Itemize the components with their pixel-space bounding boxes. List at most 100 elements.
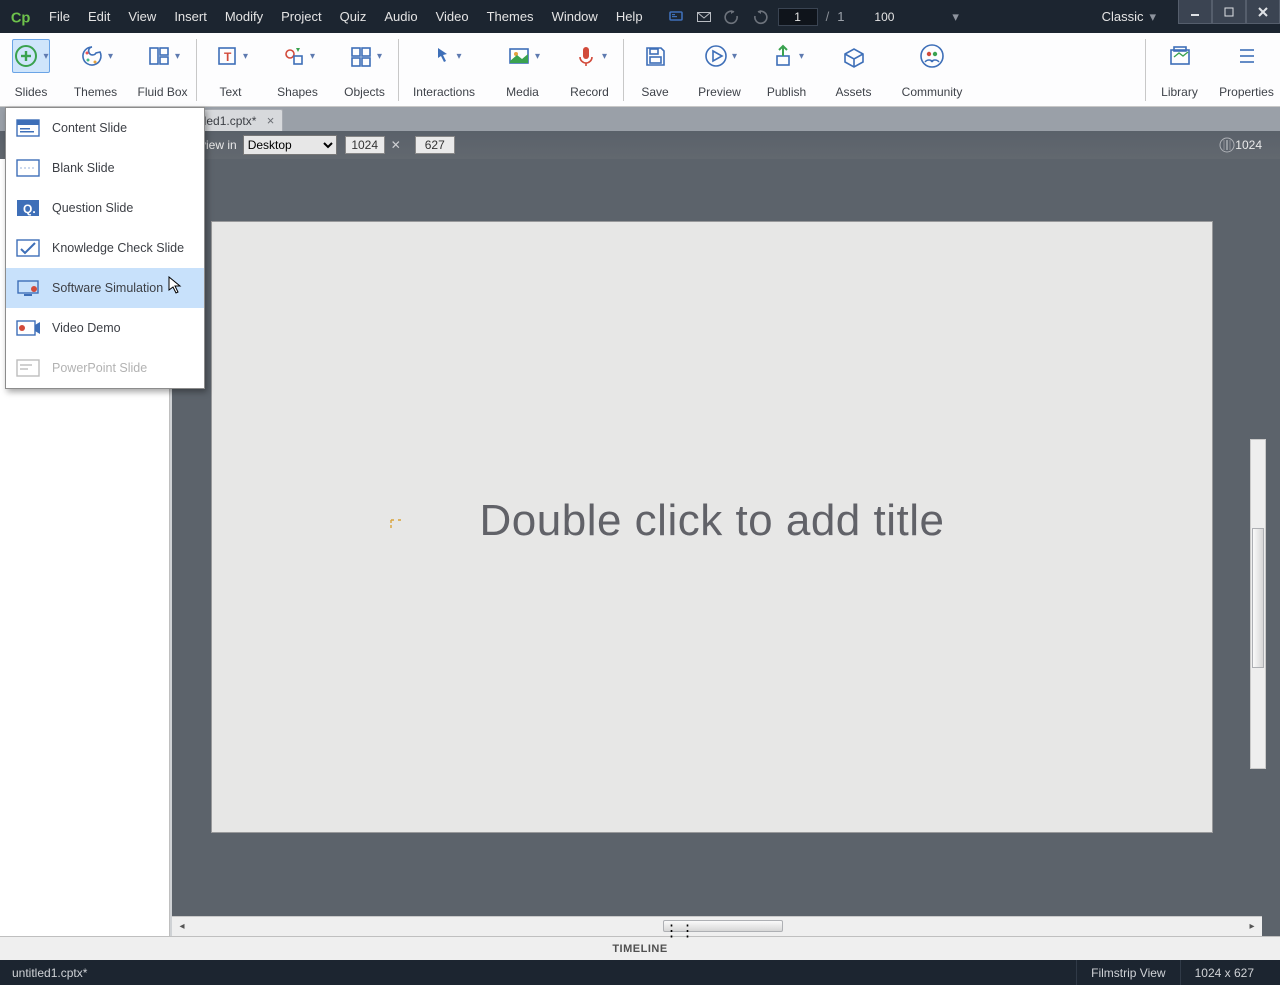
chevron-down-icon: ▾ [799,51,804,62]
ribbon-assets[interactable]: Assets [820,33,887,106]
powerpoint-slide-icon [16,358,40,378]
status-view-mode[interactable]: Filmstrip View [1076,960,1179,985]
menu-item-content-slide[interactable]: Content Slide [6,108,204,148]
ribbon-interactions[interactable]: ▾ Interactions [399,33,489,106]
menu-item-powerpoint-slide: PowerPoint Slide [6,348,204,388]
scroll-right-icon[interactable]: ▸ [1244,919,1260,933]
canvas-viewport: Double click to add title [172,213,1248,912]
window-controls [1178,0,1280,33]
sync-icon[interactable] [662,0,690,33]
ribbon-fluidbox[interactable]: ▾ Fluid Box [129,33,196,106]
software-simulation-icon [16,278,40,298]
title-bar: Cp File Edit View Insert Modify Project … [0,0,1280,33]
menu-edit[interactable]: Edit [79,0,119,33]
slides-dropdown-menu: Content Slide Blank Slide Q. Question Sl… [5,107,205,389]
page-separator: / [826,9,830,24]
menu-item-video-demo[interactable]: Video Demo [6,308,204,348]
device-select[interactable]: Desktop [243,135,337,155]
ribbon-themes[interactable]: ▾ Themes [62,33,129,106]
chevron-down-icon: ▾ [377,51,382,62]
chevron-down-icon: ▾ [310,51,315,62]
status-dimensions: 1024 x 627 [1180,960,1268,985]
vertical-scrollbar[interactable] [1250,439,1266,769]
ribbon-community[interactable]: Community [887,33,977,106]
slide-canvas[interactable]: Double click to add title [212,222,1212,832]
ribbon-shapes[interactable]: ▾ Shapes [264,33,331,106]
height-input[interactable] [415,136,455,154]
main-menu: File Edit View Insert Modify Project Qui… [40,0,652,33]
mail-icon[interactable] [690,0,718,33]
menu-item-blank-slide[interactable]: Blank Slide [6,148,204,188]
svg-text:T: T [224,50,232,64]
page-total: 1 [837,9,844,24]
timeline-panel-header[interactable]: TIMELINE [0,936,1280,960]
chevron-down-icon: ▾ [108,51,113,62]
chevron-down-icon: ▾ [732,51,737,62]
menu-view[interactable]: View [119,0,165,33]
maximize-button[interactable] [1212,0,1246,24]
horizontal-scrollbar[interactable]: ◂ ⋮⋮ ▸ [172,916,1262,936]
minimize-button[interactable] [1178,0,1212,24]
menu-themes[interactable]: Themes [478,0,543,33]
dimension-x: ✕ [391,138,401,152]
ribbon-library[interactable]: Library [1146,33,1213,99]
menu-video[interactable]: Video [427,0,478,33]
menu-project[interactable]: Project [272,0,330,33]
ribbon-media[interactable]: ▾ Media [489,33,556,106]
ribbon-publish[interactable]: ▾ Publish [753,33,820,106]
knowledge-check-icon [16,238,40,258]
scroll-left-icon[interactable]: ◂ [174,919,190,933]
menu-window[interactable]: Window [543,0,607,33]
undo-icon[interactable] [718,0,746,33]
chevron-down-icon: ▾ [175,51,180,62]
page-current-input[interactable] [778,8,818,26]
text-anchor-icon [390,516,402,526]
chevron-down-icon: ▾ [535,51,540,62]
video-demo-icon [16,318,40,338]
ribbon-text[interactable]: T▾ Text [197,33,264,106]
zoom-input[interactable] [868,8,924,26]
menu-file[interactable]: File [40,0,79,33]
ribbon-save[interactable]: Save [624,33,686,106]
menu-modify[interactable]: Modify [216,0,272,33]
status-bar: untitled1.cptx* Filmstrip View 1024 x 62… [0,960,1280,985]
ribbon-slides[interactable]: ▾ Slides [0,33,62,106]
ribbon-preview[interactable]: ▾ Preview [686,33,753,106]
svg-text:Cp: Cp [11,10,31,26]
redo-icon[interactable] [746,0,774,33]
menu-item-knowledge-check[interactable]: Knowledge Check Slide [6,228,204,268]
width-input[interactable] [345,136,385,154]
chevron-down-icon: ▾ [43,51,48,62]
chevron-down-icon[interactable]: ▾ [952,9,959,25]
cursor-icon [168,276,184,301]
svg-text:Q.: Q. [23,202,36,216]
chevron-down-icon: ▾ [456,51,461,62]
scroll-thumb[interactable]: ⋮⋮ [663,920,783,932]
close-button[interactable] [1246,0,1280,24]
ribbon-objects[interactable]: ▾ Objects [331,33,398,106]
zoom-control[interactable]: ▾ [868,8,959,26]
workspace-switcher[interactable]: Classic▾ [1092,0,1166,33]
menu-item-question-slide[interactable]: Q. Question Slide [6,188,204,228]
chevron-down-icon: ▾ [602,51,607,62]
question-slide-icon: Q. [16,198,40,218]
menu-quiz[interactable]: Quiz [331,0,376,33]
title-placeholder[interactable]: Double click to add title [480,496,945,546]
ribbon-properties[interactable]: Properties [1213,33,1280,99]
view-in-label: view in [200,138,237,152]
blank-slide-icon [16,158,40,178]
chevron-down-icon: ▾ [243,51,248,62]
page-indicator: / 1 [778,8,845,26]
toolbar-ribbon: ▾ Slides ▾ Themes ▾ Fluid Box T▾ Text ▾ … [0,33,1280,107]
menu-help[interactable]: Help [607,0,652,33]
ribbon-record[interactable]: ▾ Record [556,33,623,106]
content-slide-icon [16,118,40,138]
ruler-value: 1024 [1235,138,1262,152]
app-logo: Cp [0,0,40,33]
chevron-down-icon: ▾ [1149,9,1156,25]
close-icon[interactable]: × [267,113,275,128]
scroll-thumb[interactable] [1252,528,1264,668]
menu-audio[interactable]: Audio [375,0,426,33]
status-filename: untitled1.cptx* [12,966,87,980]
menu-insert[interactable]: Insert [165,0,216,33]
